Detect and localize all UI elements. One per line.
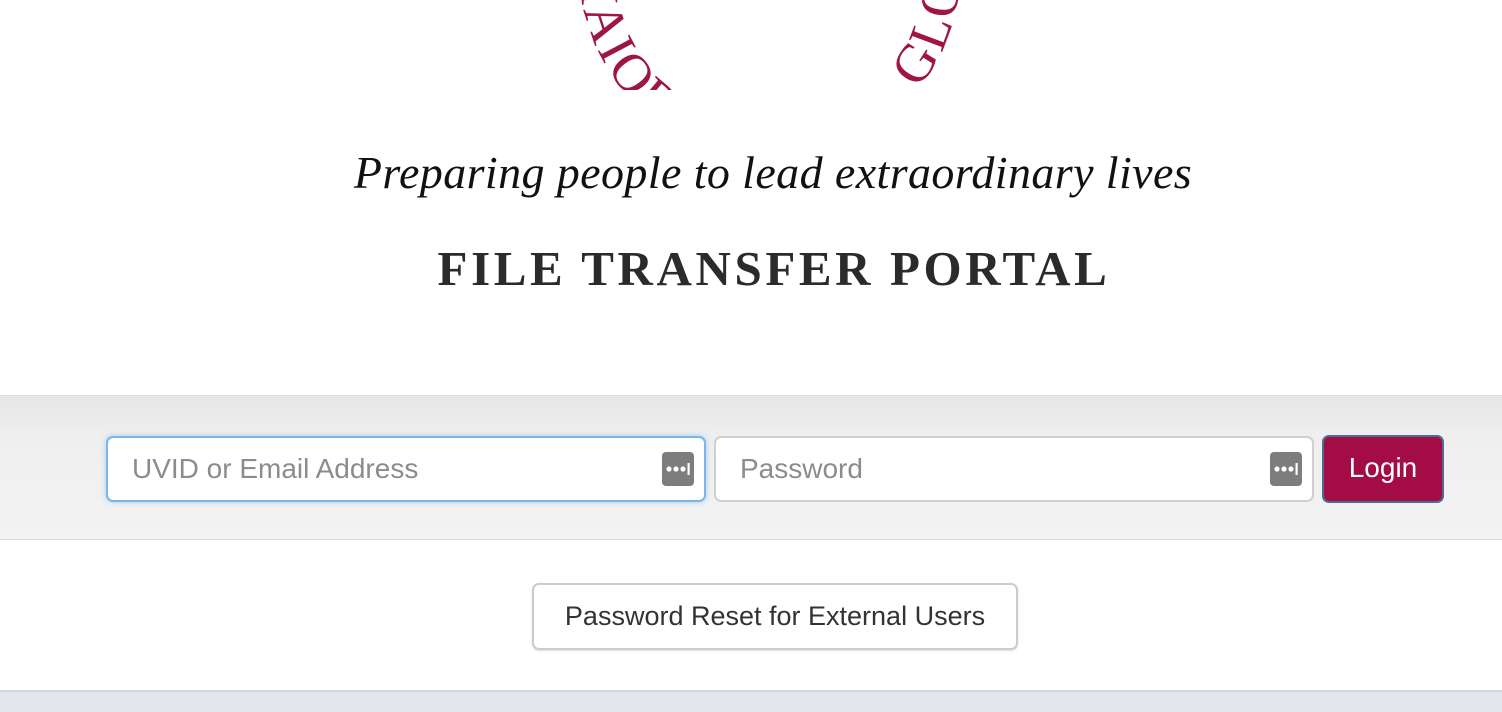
login-form-bar: Login: [0, 395, 1502, 540]
login-button[interactable]: Login: [1322, 435, 1444, 503]
password-input[interactable]: [716, 438, 1312, 500]
username-input[interactable]: [108, 438, 704, 500]
tagline: Preparing people to lead extraordinary l…: [353, 147, 1193, 198]
page-header: AD ∙ MAIOREM ∙ DEI ∙ GLORIAM Preparing p…: [0, 0, 1502, 395]
username-field-container: [106, 436, 706, 502]
password-field-container: [714, 436, 1314, 502]
password-reset-section: Password Reset for External Users: [0, 540, 1502, 690]
page-title: FILE TRANSFER PORTAL: [437, 241, 1111, 296]
password-reset-button[interactable]: Password Reset for External Users: [532, 583, 1018, 650]
password-manager-key-icon[interactable]: [662, 452, 694, 486]
footer-divider: [0, 690, 1502, 712]
file-transfer-login-page: AD ∙ MAIOREM ∙ DEI ∙ GLORIAM Preparing p…: [0, 0, 1502, 712]
password-manager-key-icon[interactable]: [1270, 452, 1302, 486]
seal-graphic: AD ∙ MAIOREM ∙ DEI ∙ GLORIAM: [514, 0, 973, 172]
svg-text:AD ∙ MAIOREM ∙ DEI ∙ GLORIAM: AD ∙ MAIOREM ∙ DEI ∙ GLORIAM: [540, 0, 973, 90]
university-seal-logo: AD ∙ MAIOREM ∙ DEI ∙ GLORIAM: [514, 0, 1000, 172]
seal-motto: AD ∙ MAIOREM ∙ DEI ∙ GLORIAM: [514, 0, 969, 172]
